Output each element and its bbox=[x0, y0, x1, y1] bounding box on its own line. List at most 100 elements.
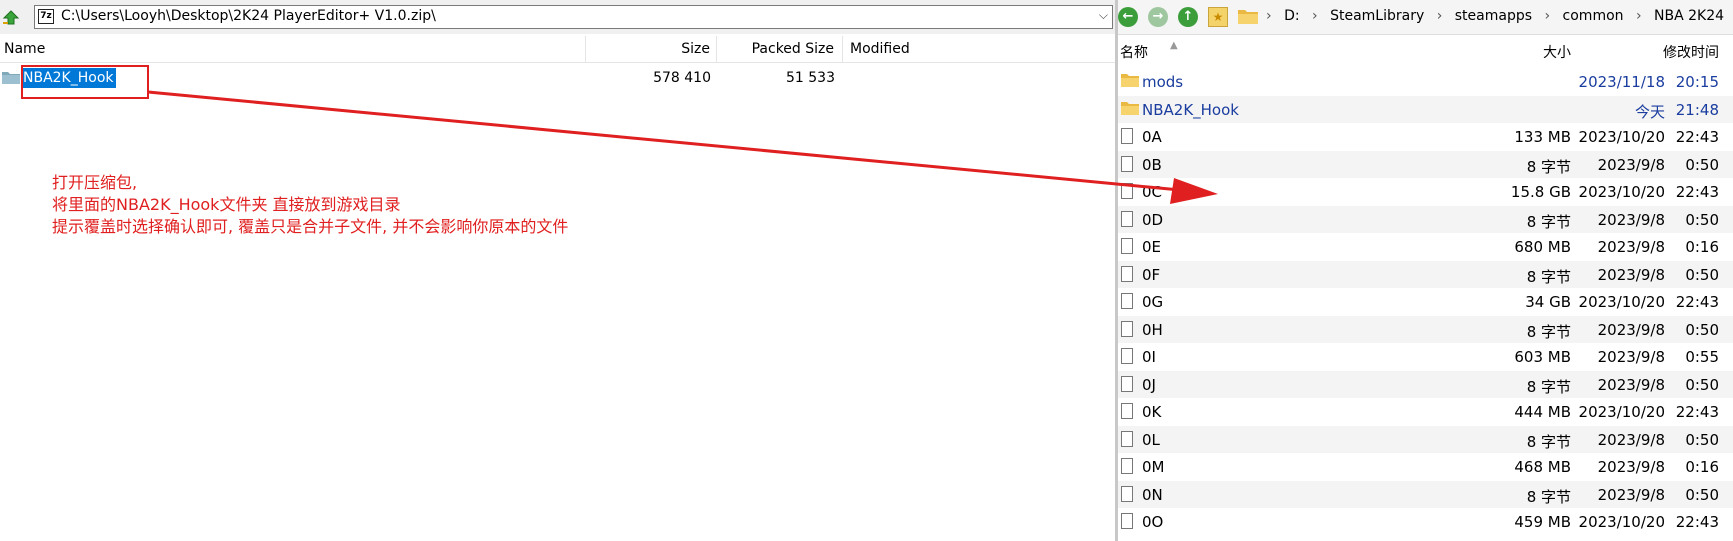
file-icon bbox=[1121, 348, 1133, 364]
item-date: 2023/9/8 bbox=[1597, 320, 1665, 339]
up-folder-icon[interactable] bbox=[2, 8, 20, 26]
item-time: 21:48 bbox=[1675, 100, 1719, 119]
item-time: 0:16 bbox=[1685, 458, 1719, 476]
list-item[interactable]: mods 2023/11/18 20:15 bbox=[1118, 68, 1733, 96]
item-date: 2023/9/8 bbox=[1597, 210, 1665, 229]
chevron-right-icon: › bbox=[1312, 8, 1318, 24]
breadcrumb-item[interactable]: NBA 2K24 bbox=[1654, 8, 1724, 24]
up-arrow-icon[interactable]: ↑ bbox=[1178, 7, 1198, 27]
column-name[interactable]: 名称 bbox=[1120, 42, 1148, 62]
chevron-right-icon: › bbox=[1436, 8, 1443, 24]
folder-icon bbox=[1121, 101, 1139, 119]
item-name: 0H bbox=[1142, 320, 1163, 339]
file-icon bbox=[1121, 238, 1133, 254]
file-icon bbox=[1121, 128, 1133, 144]
item-name: 0N bbox=[1142, 485, 1163, 504]
item-date: 2023/9/8 bbox=[1597, 155, 1665, 174]
annotation-line: 提示覆盖时选择确认即可, 覆盖只是合并子文件, 并不会影响你原本的文件 bbox=[52, 217, 569, 236]
column-modified[interactable]: 修改时间 bbox=[1663, 42, 1719, 62]
item-date: 2023/9/8 bbox=[1597, 458, 1665, 476]
list-item[interactable]: 0F 8 字节 2023/9/8 0:50 bbox=[1118, 260, 1733, 288]
forward-arrow-icon[interactable]: → bbox=[1148, 7, 1168, 27]
item-time: 0:50 bbox=[1685, 155, 1719, 174]
item-size: 8 字节 bbox=[1526, 432, 1571, 451]
list-item[interactable]: 0J 8 字节 2023/9/8 0:50 bbox=[1118, 370, 1733, 398]
item-time: 22:43 bbox=[1675, 128, 1719, 146]
item-size: 15.8 GB bbox=[1510, 183, 1571, 201]
column-size[interactable]: Size bbox=[681, 41, 710, 57]
item-name: 0O bbox=[1142, 513, 1164, 531]
item-name: 0M bbox=[1142, 458, 1165, 476]
item-size: 8 字节 bbox=[1526, 322, 1571, 341]
sort-ascending-icon: ▲ bbox=[1170, 40, 1178, 51]
star-icon[interactable]: ★ bbox=[1208, 7, 1228, 27]
list-item[interactable]: 0A 133 MB 2023/10/20 22:43 bbox=[1118, 123, 1733, 151]
item-date: 2023/9/8 bbox=[1597, 375, 1665, 394]
file-icon bbox=[1121, 293, 1133, 309]
column-divider[interactable] bbox=[716, 36, 717, 62]
item-date: 2023/9/8 bbox=[1597, 348, 1665, 366]
breadcrumb-item[interactable]: SteamLibrary bbox=[1330, 8, 1424, 24]
list-item[interactable]: 0K 444 MB 2023/10/20 22:43 bbox=[1118, 398, 1733, 426]
list-item[interactable]: 0H 8 字节 2023/9/8 0:50 bbox=[1118, 315, 1733, 343]
item-name: 0I bbox=[1142, 348, 1156, 366]
item-time: 0:16 bbox=[1685, 238, 1719, 256]
column-modified[interactable]: Modified bbox=[850, 41, 910, 57]
file-icon bbox=[1121, 320, 1133, 337]
item-size: 680 MB bbox=[1514, 238, 1571, 256]
item-date: 2023/10/20 bbox=[1578, 403, 1665, 421]
item-size: 8 字节 bbox=[1526, 157, 1571, 176]
item-date: 2023/9/8 bbox=[1597, 485, 1665, 504]
item-date: 2023/9/8 bbox=[1597, 265, 1665, 284]
chevron-right-icon: › bbox=[1635, 8, 1642, 24]
list-item[interactable]: 0L 8 字节 2023/9/8 0:50 bbox=[1118, 425, 1733, 453]
file-icon bbox=[1121, 265, 1133, 282]
annotation-line: 将里面的NBA2K_Hook文件夹 直接放到游戏目录 bbox=[52, 195, 401, 214]
item-date: 2023/9/8 bbox=[1597, 430, 1665, 449]
column-size[interactable]: 大小 bbox=[1543, 42, 1571, 62]
list-item[interactable]: 0B 8 字节 2023/9/8 0:50 bbox=[1118, 150, 1733, 178]
column-packed-size[interactable]: Packed Size bbox=[752, 41, 834, 57]
annotation-line: 打开压缩包, bbox=[52, 173, 138, 192]
list-item[interactable]: 0N 8 字节 2023/9/8 0:50 bbox=[1118, 480, 1733, 508]
item-time: 0:50 bbox=[1685, 265, 1719, 284]
list-item[interactable]: NBA2K_Hook 578 410 51 533 bbox=[0, 66, 1115, 90]
breadcrumb-item[interactable]: steamapps bbox=[1455, 8, 1532, 24]
column-divider[interactable] bbox=[585, 36, 586, 62]
file-icon bbox=[1121, 155, 1133, 172]
address-input[interactable]: 7z C:\Users\Looyh\Desktop\2K24 PlayerEdi… bbox=[34, 5, 1113, 29]
file-icon bbox=[1121, 183, 1133, 199]
list-item[interactable]: 0I 603 MB 2023/9/8 0:55 bbox=[1118, 343, 1733, 371]
breadcrumb-item[interactable]: D: bbox=[1284, 8, 1300, 24]
address-path: C:\Users\Looyh\Desktop\2K24 PlayerEditor… bbox=[61, 8, 436, 24]
column-divider[interactable] bbox=[842, 36, 843, 62]
list-item[interactable]: 0O 459 MB 2023/10/20 22:43 bbox=[1118, 508, 1733, 536]
item-date: 2023/9/8 bbox=[1597, 238, 1665, 256]
list-item[interactable]: NBA2K_Hook 今天 21:48 bbox=[1118, 95, 1733, 123]
list-item[interactable]: 0D 8 字节 2023/9/8 0:50 bbox=[1118, 205, 1733, 233]
list-item[interactable]: 0C 15.8 GB 2023/10/20 22:43 bbox=[1118, 178, 1733, 206]
item-packed-size: 51 533 bbox=[786, 70, 835, 86]
folder-icon bbox=[1121, 73, 1139, 91]
archive-pane: 7z C:\Users\Looyh\Desktop\2K24 PlayerEdi… bbox=[0, 0, 1115, 541]
item-time: 22:43 bbox=[1675, 403, 1719, 421]
back-arrow-icon[interactable]: ← bbox=[1118, 7, 1138, 27]
chevron-down-icon[interactable]: ⌵ bbox=[1099, 8, 1108, 23]
explorer-pane: ← → ↑ ★ › D: › SteamLibrary › steamapps … bbox=[1118, 0, 1733, 541]
list-item[interactable]: 0M 468 MB 2023/9/8 0:16 bbox=[1118, 453, 1733, 481]
breadcrumb: › D: › SteamLibrary › steamapps › common… bbox=[1266, 8, 1732, 24]
item-size: 603 MB bbox=[1514, 348, 1571, 366]
item-size: 459 MB bbox=[1514, 513, 1571, 531]
item-name: 0G bbox=[1142, 293, 1164, 311]
item-size: 8 字节 bbox=[1526, 377, 1571, 396]
column-name[interactable]: Name bbox=[4, 41, 45, 57]
breadcrumb-item[interactable]: common bbox=[1563, 8, 1624, 24]
item-time: 22:43 bbox=[1675, 183, 1719, 201]
list-item[interactable]: 0G 34 GB 2023/10/20 22:43 bbox=[1118, 288, 1733, 316]
list-item[interactable]: 0E 680 MB 2023/9/8 0:16 bbox=[1118, 233, 1733, 261]
address-bar-row: 7z C:\Users\Looyh\Desktop\2K24 PlayerEdi… bbox=[0, 0, 1115, 34]
item-time: 0:50 bbox=[1685, 485, 1719, 504]
item-name: 0F bbox=[1142, 265, 1161, 284]
item-size: 468 MB bbox=[1514, 458, 1571, 476]
instruction-annotation: 打开压缩包, 将里面的NBA2K_Hook文件夹 直接放到游戏目录 提示覆盖时选… bbox=[52, 172, 568, 238]
